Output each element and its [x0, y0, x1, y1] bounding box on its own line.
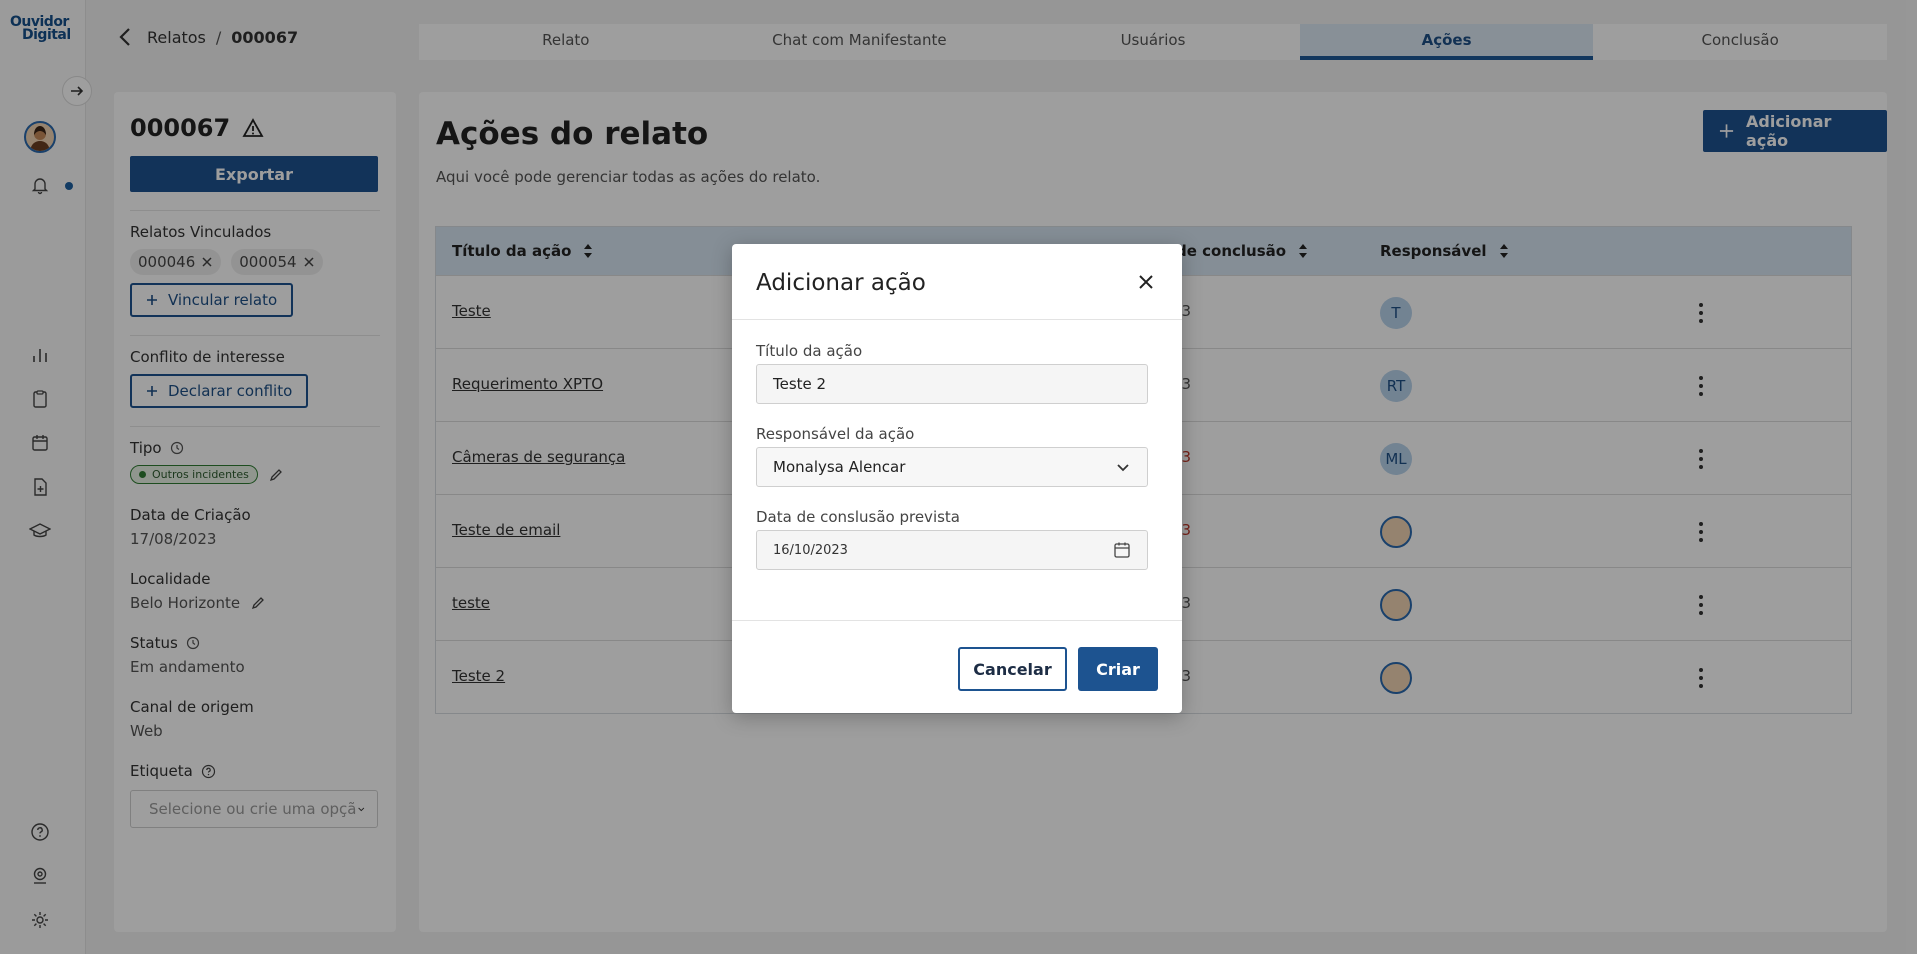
modal-footer: Cancelar Criar	[732, 620, 1182, 713]
action-date-field: Data de conslusão prevista 16/10/2023	[756, 508, 1148, 570]
action-owner-value: Monalysa Alencar	[773, 458, 906, 476]
action-title-field: Título da ação Teste 2	[756, 342, 1148, 404]
action-title-input[interactable]: Teste 2	[756, 364, 1148, 404]
calendar-icon[interactable]	[1113, 541, 1131, 559]
cancel-button[interactable]: Cancelar	[958, 647, 1067, 691]
action-owner-select[interactable]: Monalysa Alencar	[756, 447, 1148, 487]
action-owner-label: Responsável da ação	[756, 425, 915, 443]
action-date-label: Data de conslusão prevista	[756, 508, 960, 526]
add-action-modal: Adicionar ação Título da ação Teste 2 Re…	[732, 244, 1182, 713]
action-date-input[interactable]: 16/10/2023	[756, 530, 1148, 570]
action-date-value: 16/10/2023	[773, 542, 848, 558]
close-icon[interactable]	[1136, 272, 1156, 292]
action-owner-field: Responsável da ação Monalysa Alencar	[756, 425, 1148, 487]
chevron-down-icon	[1117, 464, 1129, 472]
create-button[interactable]: Criar	[1078, 647, 1158, 691]
action-title-value: Teste 2	[773, 375, 827, 393]
modal-title: Adicionar ação	[756, 270, 926, 296]
action-title-label: Título da ação	[756, 342, 863, 360]
modal-header: Adicionar ação	[732, 244, 1182, 320]
